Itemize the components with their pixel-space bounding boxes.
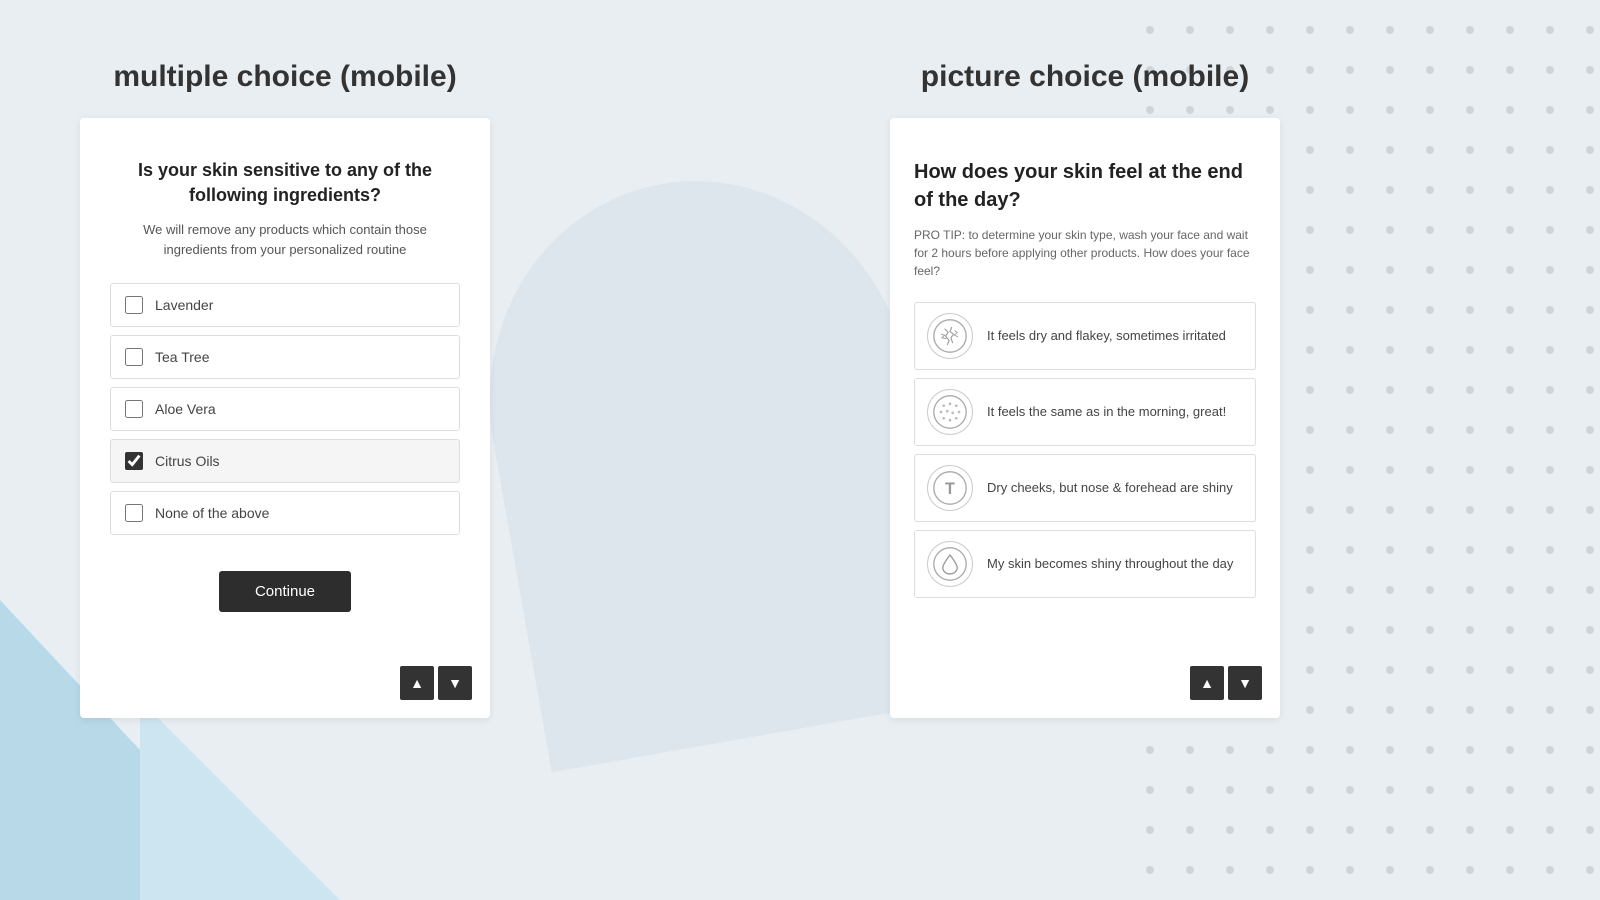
pic-label-same-morning: It feels the same as in the morning, gre…	[987, 403, 1226, 421]
shiny-throughout-icon	[927, 541, 973, 587]
pic-option-dry-flakey[interactable]: It feels dry and flakey, sometimes irrit…	[914, 302, 1256, 370]
dry-shiny-icon: T	[927, 465, 973, 511]
main-container: multiple choice (mobile) Is your skin se…	[0, 0, 1600, 718]
left-section: multiple choice (mobile) Is your skin se…	[80, 60, 490, 718]
mc-label-tea-tree: Tea Tree	[155, 349, 209, 365]
pic-options-list: It feels dry and flakey, sometimes irrit…	[914, 302, 1256, 606]
left-section-title: multiple choice (mobile)	[113, 60, 456, 94]
pic-nav-down[interactable]: ▼	[1228, 666, 1262, 700]
dry-flakey-icon	[927, 313, 973, 359]
mc-question: Is your skin sensitive to any of the fol…	[110, 158, 460, 208]
mc-option-lavender[interactable]: Lavender	[110, 283, 460, 327]
mc-checkbox-tea-tree[interactable]	[125, 348, 143, 366]
mc-option-tea-tree[interactable]: Tea Tree	[110, 335, 460, 379]
mc-option-citrus-oils[interactable]: Citrus Oils	[110, 439, 460, 483]
pic-label-shiny-throughout: My skin becomes shiny throughout the day	[987, 555, 1233, 573]
pic-nav-up[interactable]: ▲	[1190, 666, 1224, 700]
mc-option-none[interactable]: None of the above	[110, 491, 460, 535]
mc-checkbox-none[interactable]	[125, 504, 143, 522]
mc-subtitle: We will remove any products which contai…	[110, 220, 460, 259]
bg-triangle-right	[140, 700, 340, 900]
mc-options-list: Lavender Tea Tree Aloe Vera Citrus Oils …	[110, 283, 460, 543]
continue-button[interactable]: Continue	[219, 571, 351, 612]
mc-checkbox-lavender[interactable]	[125, 296, 143, 314]
mc-label-lavender: Lavender	[155, 297, 213, 313]
same-morning-icon	[927, 389, 973, 435]
pic-option-same-morning[interactable]: It feels the same as in the morning, gre…	[914, 378, 1256, 446]
pic-question: How does your skin feel at the end of th…	[914, 158, 1256, 214]
right-section: picture choice (mobile) How does your sk…	[890, 60, 1280, 718]
pic-option-dry-shiny[interactable]: T Dry cheeks, but nose & forehead are sh…	[914, 454, 1256, 522]
right-section-title: picture choice (mobile)	[921, 60, 1249, 94]
mc-nav-arrows: ▲ ▼	[400, 666, 472, 700]
mc-nav-down[interactable]: ▼	[438, 666, 472, 700]
picture-choice-card: How does your skin feel at the end of th…	[890, 118, 1280, 718]
multiple-choice-card: Is your skin sensitive to any of the fol…	[80, 118, 490, 718]
pic-nav-arrows: ▲ ▼	[1190, 666, 1262, 700]
mc-label-none: None of the above	[155, 505, 269, 521]
mc-label-aloe-vera: Aloe Vera	[155, 401, 216, 417]
mc-option-aloe-vera[interactable]: Aloe Vera	[110, 387, 460, 431]
mc-checkbox-aloe-vera[interactable]	[125, 400, 143, 418]
mc-checkbox-citrus-oils[interactable]	[125, 452, 143, 470]
pic-label-dry-shiny: Dry cheeks, but nose & forehead are shin…	[987, 479, 1233, 497]
pic-label-dry-flakey: It feels dry and flakey, sometimes irrit…	[987, 327, 1226, 345]
pic-subtitle: PRO TIP: to determine your skin type, wa…	[914, 226, 1256, 280]
pic-option-shiny-throughout[interactable]: My skin becomes shiny throughout the day	[914, 530, 1256, 598]
svg-text:T: T	[945, 480, 955, 498]
mc-nav-up[interactable]: ▲	[400, 666, 434, 700]
mc-label-citrus-oils: Citrus Oils	[155, 453, 220, 469]
